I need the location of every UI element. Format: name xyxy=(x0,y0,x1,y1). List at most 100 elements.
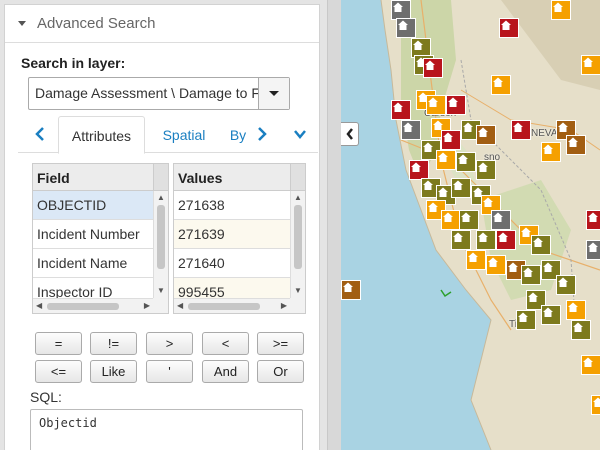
damage-marker[interactable] xyxy=(491,75,511,95)
damage-marker[interactable] xyxy=(586,210,600,230)
damage-marker[interactable] xyxy=(451,178,471,198)
tab-by[interactable]: By xyxy=(228,116,248,154)
operator-greater-equal-button[interactable]: >= xyxy=(257,332,304,355)
damage-marker[interactable] xyxy=(391,0,411,20)
damage-marker[interactable] xyxy=(486,255,506,275)
house-icon xyxy=(513,122,523,132)
damage-marker[interactable] xyxy=(436,150,456,170)
house-icon xyxy=(568,137,578,147)
collapse-panel-button[interactable] xyxy=(341,122,359,146)
values-grid-hscrollbar[interactable]: ◀ ▶ xyxy=(174,298,290,313)
scroll-thumb[interactable] xyxy=(157,205,165,269)
tab-spatial[interactable]: Spatial xyxy=(154,116,214,154)
operator-not-equals-button[interactable]: != xyxy=(90,332,137,355)
operator-and-button[interactable]: And xyxy=(202,360,249,383)
scroll-thumb[interactable] xyxy=(188,303,260,310)
damage-marker[interactable] xyxy=(446,95,466,115)
damage-marker[interactable] xyxy=(476,160,496,180)
field-grid-vscrollbar[interactable]: ▲ ▼ xyxy=(153,191,168,298)
operator-or-button[interactable]: Or xyxy=(257,360,304,383)
damage-marker[interactable] xyxy=(516,310,536,330)
collapse-caret-icon[interactable] xyxy=(18,21,26,26)
layer-dropdown-button[interactable] xyxy=(258,78,289,109)
damage-marker[interactable] xyxy=(551,0,571,20)
tab-scroll-left-icon[interactable] xyxy=(33,126,47,142)
damage-marker[interactable] xyxy=(571,320,591,340)
tab-scroll-right-icon[interactable] xyxy=(255,126,269,142)
damage-marker[interactable] xyxy=(496,230,516,250)
panel-splitter[interactable] xyxy=(327,0,341,450)
damage-marker[interactable] xyxy=(456,152,476,172)
operator-equals-button[interactable]: = xyxy=(35,332,82,355)
damage-marker[interactable] xyxy=(396,18,416,38)
damage-marker[interactable] xyxy=(441,130,461,150)
damage-marker[interactable] xyxy=(531,235,551,255)
layer-select-value: Damage Assessment \ Damage to F xyxy=(35,85,258,101)
values-grid-vscrollbar[interactable]: ▲ ▼ xyxy=(290,191,305,298)
damage-marker[interactable] xyxy=(581,355,600,375)
scroll-thumb[interactable] xyxy=(47,303,119,310)
damage-marker[interactable] xyxy=(426,95,446,115)
values-grid-header: Values xyxy=(174,164,305,191)
operator-like-button[interactable]: Like xyxy=(90,360,137,383)
damage-marker[interactable] xyxy=(566,300,586,320)
scroll-up-icon[interactable]: ▲ xyxy=(294,193,302,203)
scroll-right-icon[interactable]: ▶ xyxy=(281,301,287,311)
damage-marker[interactable] xyxy=(391,100,411,120)
damage-marker[interactable] xyxy=(459,210,479,230)
grid-corner xyxy=(153,298,168,313)
house-icon xyxy=(438,187,448,197)
chevron-left-icon xyxy=(345,128,353,140)
damage-marker[interactable] xyxy=(409,160,429,180)
damage-marker[interactable] xyxy=(586,240,600,260)
tab-menu-chevron-icon[interactable] xyxy=(292,126,308,142)
damage-marker[interactable] xyxy=(541,305,561,325)
operator-greater-button[interactable]: > xyxy=(146,332,193,355)
map-view[interactable]: Carson NEVA sno Tiju xyxy=(341,0,600,450)
damage-marker[interactable] xyxy=(591,395,600,415)
damage-marker[interactable] xyxy=(401,120,421,140)
damage-marker[interactable] xyxy=(541,142,561,162)
damage-marker[interactable] xyxy=(566,135,586,155)
map-label-nevada: NEVA xyxy=(531,128,558,139)
scroll-left-icon[interactable]: ◀ xyxy=(177,301,183,311)
operator-quote-button[interactable]: ' xyxy=(146,360,193,383)
damage-marker[interactable] xyxy=(341,280,361,300)
field-row[interactable]: Incident Name xyxy=(33,249,168,278)
sql-textarea[interactable]: Objectid xyxy=(30,409,303,450)
scroll-thumb[interactable] xyxy=(294,205,302,269)
damage-marker[interactable] xyxy=(451,230,471,250)
operator-less-button[interactable]: < xyxy=(202,332,249,355)
value-row[interactable]: 271639 xyxy=(174,220,305,249)
damage-marker[interactable] xyxy=(521,265,541,285)
scroll-down-icon[interactable]: ▼ xyxy=(294,286,302,296)
field-grid-hscrollbar[interactable]: ◀ ▶ xyxy=(33,298,153,313)
value-row[interactable]: 271638 xyxy=(174,191,305,220)
layer-select[interactable]: Damage Assessment \ Damage to F xyxy=(28,77,290,110)
field-row[interactable]: Incident Number xyxy=(33,220,168,249)
damage-marker[interactable] xyxy=(441,210,461,230)
value-row[interactable]: 271640 xyxy=(174,249,305,278)
panel-header[interactable]: Advanced Search xyxy=(5,5,319,43)
scroll-down-icon[interactable]: ▼ xyxy=(157,286,165,296)
scroll-right-icon[interactable]: ▶ xyxy=(144,301,150,311)
house-icon xyxy=(425,60,435,70)
house-icon xyxy=(568,302,578,312)
damage-marker[interactable] xyxy=(423,58,443,78)
damage-marker[interactable] xyxy=(476,125,496,145)
damage-marker[interactable] xyxy=(476,230,496,250)
scroll-up-icon[interactable]: ▲ xyxy=(157,193,165,203)
damage-marker[interactable] xyxy=(556,275,576,295)
damage-marker[interactable] xyxy=(581,55,600,75)
house-icon xyxy=(403,122,413,132)
house-icon xyxy=(588,242,598,252)
operator-less-equal-button[interactable]: <= xyxy=(35,360,82,383)
damage-marker[interactable] xyxy=(499,18,519,38)
damage-marker[interactable] xyxy=(511,120,531,140)
damage-marker[interactable] xyxy=(466,250,486,270)
house-icon xyxy=(443,212,453,222)
scroll-left-icon[interactable]: ◀ xyxy=(36,301,42,311)
damage-marker[interactable] xyxy=(491,210,511,230)
tab-attributes[interactable]: Attributes xyxy=(58,116,145,154)
field-row[interactable]: OBJECTID xyxy=(33,191,168,220)
